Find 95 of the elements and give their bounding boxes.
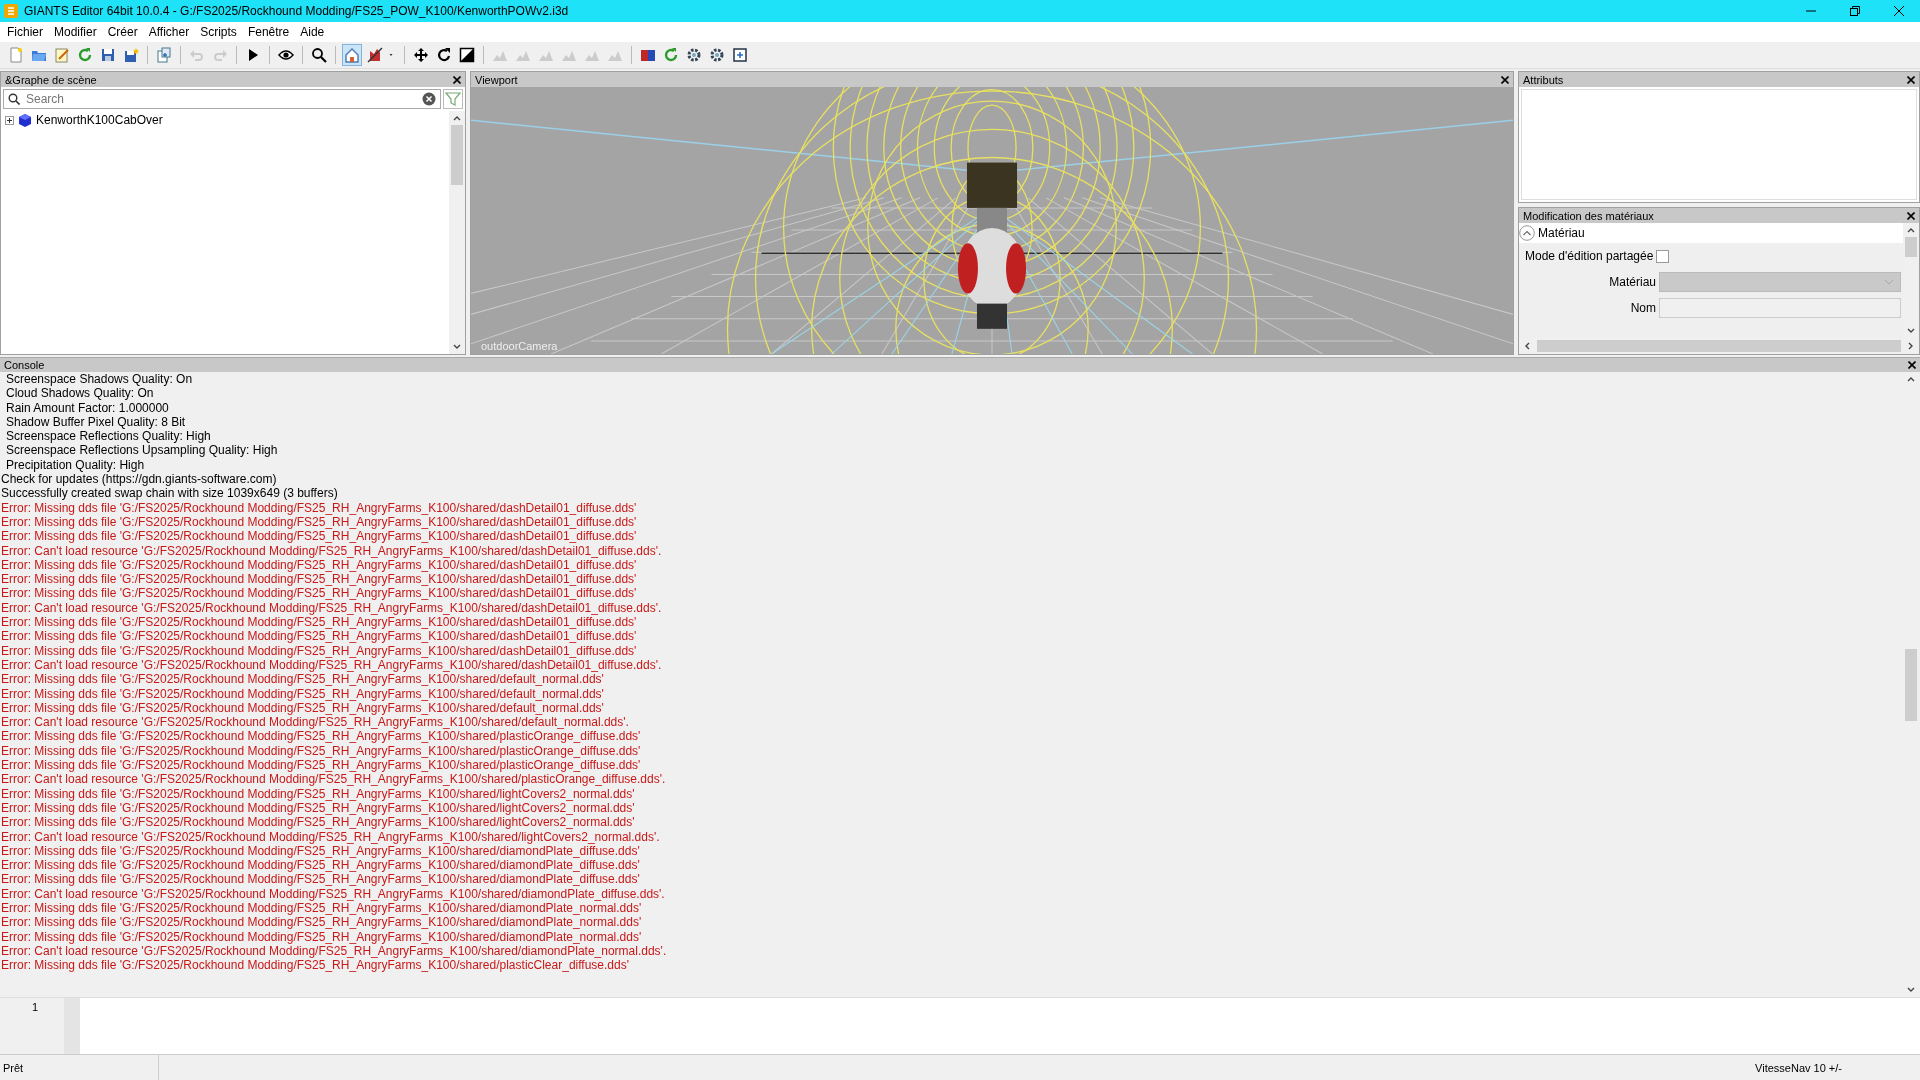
tree-item[interactable]: KenworthK100CabOver [36,113,163,127]
log-line: Shadow Buffer Pixel Quality: 8 Bit [5,414,187,430]
error-line: Error: Missing dds file 'G:/FS2025/Rockhound Modding/FS25_RH_AngryFarms_K100/shared/default_normal.dds' [0,686,605,701]
name-field[interactable] [1659,298,1901,318]
error-line: Error: Can't load resource 'G:/FS2025/Rockhound Modding/FS25_RH_AngryFarms_K100/shared/dashDetail01_diffuse.dds'. [0,657,663,673]
menu-item[interactable]: Fichier [4,25,51,39]
search-field[interactable]: Search [3,89,441,109]
clear-icon[interactable] [422,92,436,106]
error-line: Error: Missing dds file 'G:/FS2025/Rockhound Modding/FS25_RH_AngryFarms_K100/shared/lightCovers2_normal.dds' [0,815,636,830]
scrollbar-thumb[interactable] [1905,237,1917,257]
import-icon[interactable] [154,44,174,66]
checkbox[interactable] [1656,249,1670,263]
close-icon[interactable] [453,75,461,84]
error-line: Error: Missing dds file 'G:/FS2025/Rockhound Modding/FS25_RH_AngryFarms_K100/shared/dashDetail01_diffuse.dds' [0,500,638,515]
filter-icon[interactable] [443,89,463,109]
field-label: Nom [1630,301,1656,315]
camera-label: outdoorCamera [481,340,558,352]
error-line: Error: Missing dds file 'G:/FS2025/Rockhound Modding/FS25_RH_AngryFarms_K100/shared/diamondPlate_normal.dds' [0,901,643,916]
scroll-right-icon[interactable] [1907,342,1915,350]
field-label: Mode d'édition partagée [1525,249,1654,263]
cube-icon [18,113,32,127]
close-icon[interactable] [1501,75,1509,84]
error-line: Error: Can't load resource 'G:/FS2025/Rockhound Modding/FS25_RH_AngryFarms_K100/shared/diamondPlate_normal.dds'. [0,943,668,959]
error-line: Error: Missing dds file 'G:/FS2025/Rockhound Modding/FS25_RH_AngryFarms_K100/shared/diamondPlate_normal.dds' [0,929,643,944]
error-line: Error: Missing dds file 'G:/FS2025/Rockhound Modding/FS25_RH_AngryFarms_K100/shared/plasticOrange_diffuse.dds' [0,743,642,758]
log-line: Successfully created swap chain with size 1039x649 (3 buffers) [0,486,339,501]
error-line: Error: Missing dds file 'G:/FS2025/Rockhound Modding/FS25_RH_AngryFarms_K100/shared/default_normal.dds' [0,672,605,687]
restore-icon[interactable] [1850,6,1860,16]
scroll-down-icon[interactable] [453,343,461,351]
log-line: Check for updates (https://gdn.giants-software.com) [0,472,278,487]
error-line: Error: Missing dds file 'G:/FS2025/Rockhound Modding/FS25_RH_AngryFarms_K100/shared/dashDetail01_diffuse.dds' [0,514,638,530]
close-icon[interactable] [1894,6,1904,16]
panel-title: Viewport [475,73,518,86]
menu-item[interactable]: Afficher [145,25,198,39]
close-icon[interactable] [1908,361,1916,369]
log-line: Cloud Shadows Quality: On [5,386,155,401]
log-line: Screenspace Reflections Upsampling Quality: High [5,443,279,458]
section-title: Matériau [1538,226,1585,240]
navigation-speed: VitesseNav 10 +/- [1755,1061,1843,1074]
error-line: Error: Missing dds file 'G:/FS2025/Rockhound Modding/FS25_RH_AngryFarms_K100/shared/plasticClear_diffuse.dds' [0,958,630,973]
panel-title: &Graphe de scène [5,73,97,86]
error-line: Error: Missing dds file 'G:/FS2025/Rockhound Modding/FS25_RH_AngryFarms_K100/shared/default_normal.dds' [0,700,605,716]
scrollbar-thumb[interactable] [451,125,463,185]
panel-title: Modification des matériaux [1523,209,1654,222]
error-line: Error: Missing dds file 'G:/FS2025/Rockhound Modding/FS25_RH_AngryFarms_K100/shared/diamondPlate_diffuse.dds' [0,843,640,859]
error-line: Error: Missing dds file 'G:/FS2025/Rockhound Modding/FS25_RH_AngryFarms_K100/shared/plasticOrange_diffuse.dds' [0,729,642,744]
scroll-down-icon[interactable] [1907,327,1915,335]
log-line: Screenspace Reflections Quality: High [5,429,212,444]
error-line: Error: Missing dds file 'G:/FS2025/Rockhound Modding/FS25_RH_AngryFarms_K100/shared/dashDetail01_diffuse.dds' [0,572,638,587]
error-line: Error: Missing dds file 'G:/FS2025/Rockhound Modding/FS25_RH_AngryFarms_K100/shared/dashDetail01_diffuse.dds' [0,586,638,601]
log-line: Rain Amount Factor: 1.000000 [5,400,170,415]
error-line: Error: Can't load resource 'G:/FS2025/Rockhound Modding/FS25_RH_AngryFarms_K100/shared/dashDetail01_diffuse.dds'. [0,600,663,616]
status-message: Prêt [0,1055,159,1080]
panel-title: Console [4,359,45,371]
app-logo-icon [4,4,18,18]
error-line: Error: Missing dds file 'G:/FS2025/Rockhound Modding/FS25_RH_AngryFarms_K100/shared/dashDetail01_diffuse.dds' [0,629,638,644]
error-line: Error: Missing dds file 'G:/FS2025/Rockhound Modding/FS25_RH_AngryFarms_K100/shared/dashDetail01_diffuse.dds' [0,557,637,573]
error-line: Error: Missing dds file 'G:/FS2025/Rockhound Modding/FS25_RH_AngryFarms_K100/shared/diamondPlate_normal.dds' [0,915,643,930]
script-input-field[interactable] [80,998,1920,1054]
search-icon [8,93,20,105]
scrollbar-thumb[interactable] [1537,340,1901,352]
error-line: Error: Missing dds file 'G:/FS2025/Rockhound Modding/FS25_RH_AngryFarms_K100/shared/dashDetail01_diffuse.dds' [0,643,638,658]
error-line: Error: Missing dds file 'G:/FS2025/Rockhound Modding/FS25_RH_AngryFarms_K100/shared/dashDetail01_diffuse.dds' [0,529,638,544]
error-line: Error: Missing dds file 'G:/FS2025/Rockhound Modding/FS25_RH_AngryFarms_K100/shared/plasticOrange_diffuse.dds' [0,758,642,773]
scroll-left-icon[interactable] [1523,342,1531,350]
menu-item[interactable]: Aide [297,25,333,39]
menu-item[interactable]: Scripts [197,25,245,39]
home-icon[interactable] [342,44,362,66]
log-line: Precipitation Quality: High [5,457,146,473]
error-line: Error: Can't load resource 'G:/FS2025/Rockhound Modding/FS25_RH_AngryFarms_K100/shared/diamondPlate_diffuse.dds'. [0,886,666,901]
error-line: Error: Can't load resource 'G:/FS2025/Rockhound Modding/FS25_RH_AngryFarms_K100/shared/plasticOrange_diffuse.dds'. [0,772,667,787]
menu-item[interactable]: Fenêtre [244,25,298,39]
close-icon[interactable] [1907,211,1915,220]
panel-title: Attributs [1523,73,1564,86]
menu-item[interactable]: Modifier [51,25,105,39]
window-title: GIANTS Editor 64bit 10.0.4 - G:/FS2025/Rockhound Modding/FS25_POW_K100/KenworthPOWv2.i3d [24,4,569,18]
menu-item[interactable]: Créer [104,25,146,39]
error-line: Error: Missing dds file 'G:/FS2025/Rockhound Modding/FS25_RH_AngryFarms_K100/shared/dashDetail01_diffuse.dds' [0,615,638,630]
log-line: Screenspace Shadows Quality: On [5,372,194,387]
error-line: Error: Missing dds file 'G:/FS2025/Rockhound Modding/FS25_RH_AngryFarms_K100/shared/diamondPlate_diffuse.dds' [0,872,641,887]
error-line: Error: Missing dds file 'G:/FS2025/Rockhound Modding/FS25_RH_AngryFarms_K100/shared/diamondPlate_diffuse.dds' [0,858,641,873]
collapse-icon[interactable] [1519,225,1535,241]
error-line: Error: Can't load resource 'G:/FS2025/Rockhound Modding/FS25_RH_AngryFarms_K100/shared/lightCovers2_normal.dds'. [0,829,661,844]
error-line: Error: Missing dds file 'G:/FS2025/Rockhound Modding/FS25_RH_AngryFarms_K100/shared/lightCovers2_normal.dds' [0,800,636,816]
scroll-up-icon[interactable] [453,114,461,122]
error-line: Error: Can't load resource 'G:/FS2025/Rockhound Modding/FS25_RH_AngryFarms_K100/shared/default_normal.dds'. [0,715,630,730]
error-line: Error: Missing dds file 'G:/FS2025/Rockhound Modding/FS25_RH_AngryFarms_K100/shared/lightCovers2_normal.dds' [0,786,636,801]
field-label: Matériau [1609,275,1656,289]
scroll-up-icon[interactable] [1907,226,1915,234]
close-icon[interactable] [1907,75,1915,84]
scrollbar-thumb[interactable] [1905,648,1917,721]
error-line: Error: Can't load resource 'G:/FS2025/Rockhound Modding/FS25_RH_AngryFarms_K100/shared/dashDetail01_diffuse.dds'. [0,543,663,558]
expand-icon[interactable] [5,115,14,125]
scroll-down-icon[interactable] [1907,986,1915,994]
scroll-up-icon[interactable] [1907,375,1915,383]
